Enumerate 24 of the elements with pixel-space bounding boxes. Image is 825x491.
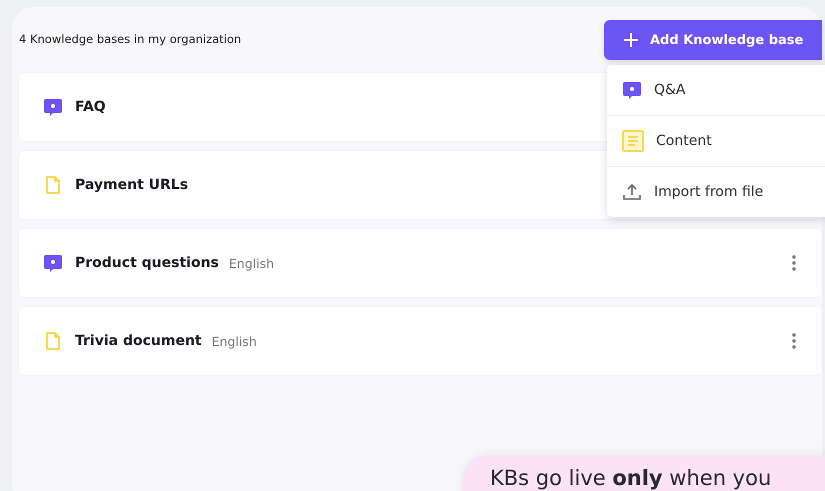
document-icon bbox=[43, 175, 63, 195]
more-options-icon[interactable] bbox=[792, 333, 796, 349]
knowledge-base-name: FAQ bbox=[75, 99, 106, 115]
question-bubble-icon bbox=[43, 253, 63, 273]
notes-icon bbox=[622, 130, 644, 152]
knowledge-base-count: 4 Knowledge bases in my organization bbox=[19, 32, 242, 46]
menu-item[interactable]: Content bbox=[607, 116, 825, 167]
more-options-icon[interactable] bbox=[792, 255, 796, 271]
knowledge-base-name: Trivia document bbox=[75, 333, 202, 349]
plus-icon bbox=[624, 33, 638, 47]
callout-text: KBs go live only when you bbox=[490, 466, 772, 490]
knowledge-base-row[interactable]: Product questions English bbox=[19, 229, 822, 297]
question-bubble-icon bbox=[622, 80, 642, 100]
upload-icon bbox=[622, 182, 642, 202]
language-label: English bbox=[212, 334, 257, 348]
menu-item[interactable]: Import from file bbox=[607, 167, 825, 217]
language-label: English bbox=[228, 256, 274, 270]
knowledge-base-name: Payment URLs bbox=[75, 177, 188, 193]
knowledge-base-name: Product questions bbox=[75, 255, 219, 271]
document-icon bbox=[43, 331, 63, 351]
add-knowledge-base-button[interactable]: Add Knowledge base bbox=[604, 20, 822, 60]
menu-item[interactable]: Q&A bbox=[607, 65, 825, 116]
knowledge-base-row[interactable]: Trivia document English bbox=[19, 307, 822, 375]
question-bubble-icon bbox=[43, 97, 63, 117]
